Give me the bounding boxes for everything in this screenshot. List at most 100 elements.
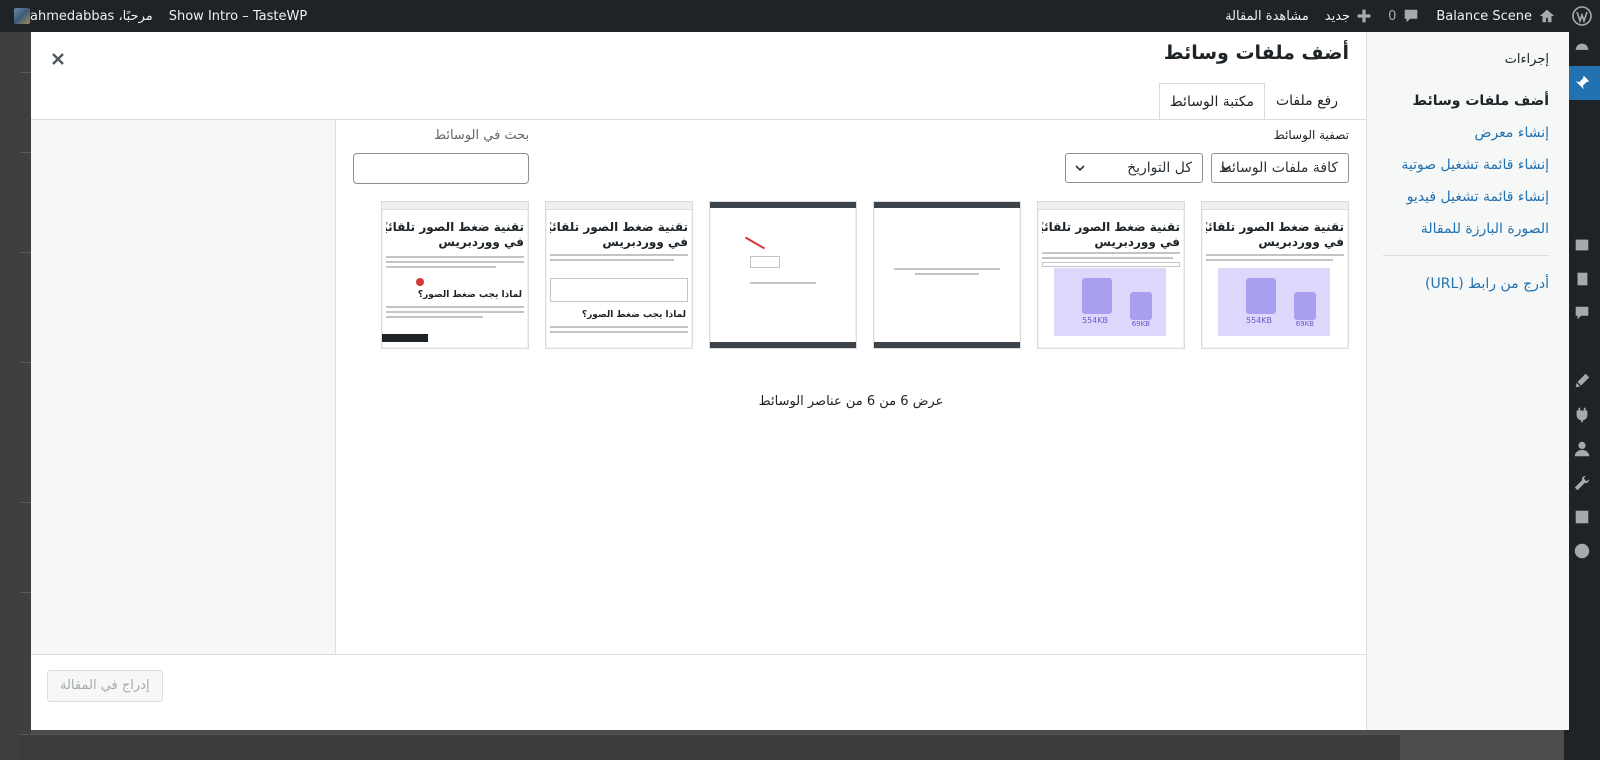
menu-heading: إجراءات	[1504, 52, 1549, 67]
size-label: 554KB	[1081, 316, 1108, 325]
wrench-icon	[1574, 475, 1590, 491]
media-type-value: كافة ملفات الوسائط	[1218, 160, 1338, 176]
thumb-footer	[710, 342, 856, 348]
menu-dashboard[interactable]	[1564, 32, 1600, 66]
thumb-header	[710, 202, 856, 208]
attachment-thumbnail[interactable]	[709, 201, 857, 349]
attachment-thumbnail[interactable]: تقنية ضغط الصور تلقائيًا في ووردبريس لماذ…	[545, 201, 693, 349]
search-label: بحث في الوسائط	[434, 128, 530, 143]
menu-comments[interactable]	[1564, 296, 1600, 330]
tab-upload-files[interactable]: رفع ملفات	[1265, 82, 1349, 119]
dashboard-icon	[1575, 43, 1589, 50]
thumb-text-lines	[750, 282, 816, 287]
media-modal: إجراءات أضف ملفات وسائط إنشاء معرض إنشاء…	[31, 32, 1569, 730]
site-name-link[interactable]: Balance Scene	[1428, 0, 1564, 32]
thumb-headline: تقنية ضغط الصور تلقائيًا في ووردبريس	[550, 220, 688, 249]
attachments-grid: تقنية ضغط الصور تلقائيًا في ووردبريس 554K…	[381, 201, 1349, 349]
thumb-header	[546, 202, 692, 210]
thumb-header	[874, 202, 1020, 208]
thumb-headline: تقنية ضغط الصور تلقائيًا في ووردبريس	[1206, 220, 1344, 249]
pages-icon	[1577, 272, 1588, 286]
thumb-header	[382, 202, 528, 210]
settings-icon	[1575, 510, 1589, 524]
thumb-text-lines	[1206, 254, 1344, 264]
plugin-link[interactable]: Show Intro – TasteWP	[161, 0, 315, 32]
size-label: 69KB	[1295, 320, 1314, 328]
wordpress-icon	[1572, 6, 1592, 26]
menu-item-create-gallery[interactable]: إنشاء معرض	[1367, 117, 1569, 149]
menu-settings[interactable]	[1564, 500, 1600, 534]
attachment-thumbnail[interactable]: تقنية ضغط الصور تلقائيًا في ووردبريس 554K…	[1201, 201, 1349, 349]
menu-pages[interactable]	[1564, 262, 1600, 296]
new-label: جديد	[1324, 8, 1351, 24]
thumb-text-lines	[1042, 252, 1180, 262]
menu-blank	[1564, 330, 1600, 364]
close-icon	[52, 53, 64, 65]
attachment-thumbnail[interactable]: تقنية ضغط الصور تلقائيًا في ووردبريس 554K…	[1037, 201, 1185, 349]
brush-icon	[1575, 373, 1590, 388]
greeting: مرحبًا، ahmedabbas	[30, 8, 153, 24]
size-label: 554KB	[1245, 316, 1272, 325]
thumb-illustration: 554KB 69KB	[1218, 268, 1330, 336]
menu-media[interactable]	[1564, 228, 1600, 262]
thumb-headline: تقنية ضغط الصور تلقائيًا في ووردبريس	[386, 220, 524, 249]
router-tabs: رفع ملفات مكتبة الوسائط	[1158, 82, 1349, 120]
view-post-link[interactable]: مشاهدة المقالة	[1217, 0, 1317, 32]
thumb-text-lines	[894, 268, 1000, 278]
thumb-headline: تقنية ضغط الصور تلقائيًا في ووردبريس	[1042, 220, 1180, 249]
menu-appearance[interactable]	[1564, 364, 1600, 398]
menu-posts[interactable]	[1564, 66, 1600, 100]
comment-icon	[1575, 306, 1589, 320]
close-button[interactable]	[43, 44, 73, 74]
attachment-thumbnail[interactable]: تقنية ضغط الصور تلقائيًا في ووردبريس لماذ…	[381, 201, 529, 349]
menu-item-audio-playlist[interactable]: إنشاء قائمة تشغيل صوتية	[1367, 149, 1569, 181]
menu-collapse[interactable]	[1564, 534, 1600, 568]
thumb-header	[1038, 202, 1184, 210]
menu-item-insert-from-url[interactable]: أدرج من رابط (URL)	[1367, 268, 1569, 300]
thumb-record-dot	[416, 278, 424, 286]
menu-item-featured-image[interactable]: الصورة البارزة للمقالة	[1367, 213, 1569, 245]
admin-bar: Balance Scene 0 جديد مشاهدة المقالة Show…	[0, 0, 1600, 32]
thumb-toolbar	[1042, 262, 1180, 267]
thumb-arrow	[744, 236, 766, 250]
filter-label: تصفية الوسائط	[1273, 128, 1349, 142]
insert-into-post-button[interactable]: إدراج في المقالة	[47, 670, 163, 702]
menu-users[interactable]	[1564, 432, 1600, 466]
media-icon	[1575, 239, 1589, 251]
plugin-icon	[1576, 407, 1588, 423]
chevron-down-icon	[1221, 165, 1231, 172]
thumb-subheading: لماذا يجب ضغط الصور؟	[581, 310, 686, 320]
menu-tools[interactable]	[1564, 466, 1600, 500]
attachment-thumbnail[interactable]	[873, 201, 1021, 349]
date-select[interactable]: كل التواريخ	[1065, 153, 1203, 183]
avatar	[14, 8, 30, 24]
media-type-select[interactable]: كافة ملفات الوسائط	[1211, 153, 1349, 183]
wordpress-logo-button[interactable]	[1564, 0, 1600, 32]
menu-item-video-playlist[interactable]: إنشاء قائمة تشغيل فيديو	[1367, 181, 1569, 213]
load-more-count: عرض 6 من 6 من عناصر الوسائط	[758, 394, 944, 409]
background-page-strip	[0, 32, 31, 760]
thumb-header	[1202, 202, 1348, 210]
comments-count: 0	[1388, 8, 1397, 24]
my-account-link[interactable]: مرحبًا، ahmedabbas	[0, 0, 161, 32]
media-toolbar: إدراج في المقالة	[31, 654, 1366, 730]
thumb-text-lines	[550, 326, 688, 336]
comments-link[interactable]: 0	[1380, 0, 1428, 32]
media-menu: إجراءات أضف ملفات وسائط إنشاء معرض إنشاء…	[1366, 32, 1569, 730]
menu-item-add-media[interactable]: أضف ملفات وسائط	[1367, 85, 1569, 117]
thumb-dark-button	[382, 334, 428, 342]
media-search-input[interactable]	[353, 153, 529, 184]
new-content-link[interactable]: جديد	[1317, 0, 1380, 32]
tab-media-library[interactable]: مكتبة الوسائط	[1158, 83, 1265, 120]
date-value: كل التواريخ	[1127, 160, 1192, 176]
menu-plugins[interactable]	[1564, 398, 1600, 432]
pin-icon	[1575, 75, 1590, 90]
plugin-label: Show Intro – TasteWP	[168, 8, 308, 24]
view-post-label: مشاهدة المقالة	[1225, 8, 1309, 24]
media-library-content: تصفية الوسائط كافة ملفات الوسائط كل التو…	[336, 120, 1366, 654]
thumb-text-lines	[550, 254, 688, 264]
thumb-text-lines	[386, 256, 524, 271]
thumb-footer	[874, 342, 1020, 348]
user-icon	[1574, 441, 1590, 457]
comment-icon	[1405, 9, 1418, 23]
